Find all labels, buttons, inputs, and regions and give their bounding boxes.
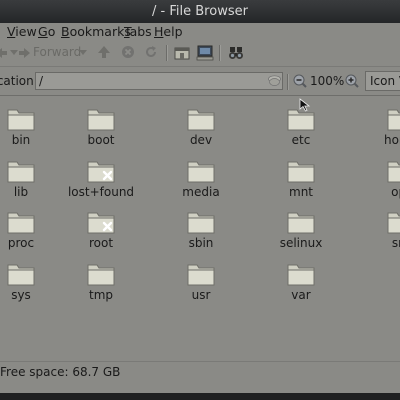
folder-icon xyxy=(187,109,215,131)
location-value: / xyxy=(39,74,44,88)
folder-icon xyxy=(187,161,215,183)
free-space-status: Free space: 68.7 GB xyxy=(0,365,121,379)
folder-item[interactable]: selinux xyxy=(261,204,341,250)
folder-item[interactable]: srv xyxy=(361,204,400,250)
folder-label: srv xyxy=(391,236,400,250)
folder-label: opt xyxy=(391,185,400,199)
location-label: Location: xyxy=(0,74,38,88)
view-mode-select[interactable]: Icon View xyxy=(365,71,400,91)
search-icon[interactable] xyxy=(228,45,244,61)
menu-go-rest: o xyxy=(47,24,56,39)
zoom-level: 100% xyxy=(310,74,345,88)
folder-icon xyxy=(187,212,215,234)
menu-bookmarks[interactable]: Bookmarks xyxy=(61,24,131,39)
location-separator xyxy=(287,74,289,90)
folder-item[interactable]: sbin xyxy=(161,204,241,250)
menu-bookmarks-mnemonic: B xyxy=(61,24,70,39)
back-arrow-icon[interactable] xyxy=(0,46,8,60)
menu-go-mnemonic: G xyxy=(38,24,48,39)
reload-icon[interactable] xyxy=(144,45,158,59)
folder-item[interactable]: tmp xyxy=(61,256,141,302)
folder-item[interactable]: media xyxy=(161,153,241,199)
menu-help-mnemonic: H xyxy=(154,24,164,39)
home-icon[interactable] xyxy=(174,45,190,61)
forward-label: Forward xyxy=(33,45,82,59)
folder-item[interactable]: root xyxy=(61,204,141,250)
zoom-in-icon[interactable] xyxy=(345,74,359,88)
menu-view-rest: iew xyxy=(15,24,37,39)
folder-item[interactable]: home xyxy=(361,101,400,147)
menu-go[interactable]: Go xyxy=(38,24,55,39)
folder-icon xyxy=(387,109,400,131)
folder-label: var xyxy=(291,288,311,302)
computer-icon[interactable] xyxy=(196,45,214,61)
zoom-out-icon[interactable] xyxy=(293,74,307,88)
forward-button[interactable]: Forward xyxy=(18,44,82,62)
folder-item[interactable]: var xyxy=(261,256,341,302)
stop-icon[interactable] xyxy=(121,45,135,59)
folder-item[interactable]: dev xyxy=(161,101,241,147)
title-bar: / - File Browser xyxy=(0,0,400,23)
folder-item[interactable]: mnt xyxy=(261,153,341,199)
menu-help-rest: elp xyxy=(163,24,183,39)
up-arrow-icon[interactable] xyxy=(97,45,111,59)
folder-icon xyxy=(87,161,115,183)
forward-arrow-icon xyxy=(19,48,30,58)
folder-icon xyxy=(387,161,400,183)
menu-tabs[interactable]: Tabs xyxy=(124,24,152,39)
folder-icon xyxy=(287,212,315,234)
toolbar-separator xyxy=(219,45,221,61)
folder-icon xyxy=(87,264,115,286)
location-input[interactable]: / xyxy=(35,72,283,90)
folder-icon xyxy=(287,264,315,286)
folder-icon xyxy=(187,264,215,286)
menu-tabs-rest: abs xyxy=(129,24,152,39)
folder-icon xyxy=(287,161,315,183)
folder-item[interactable]: boot xyxy=(61,101,141,147)
clear-location-icon[interactable] xyxy=(268,74,281,87)
forward-dropdown-icon[interactable] xyxy=(79,50,87,56)
mouse-pointer-icon xyxy=(299,98,311,112)
back-dropdown-icon[interactable] xyxy=(10,50,18,56)
menu-bar: View Go Bookmarks Tabs Help xyxy=(0,23,400,41)
menu-bookmarks-rest: ookmarks xyxy=(69,24,131,39)
window-title: / - File Browser xyxy=(152,4,248,19)
toolbar-separator xyxy=(166,45,168,61)
folder-icon xyxy=(87,212,115,234)
folder-item[interactable]: opt xyxy=(361,153,400,199)
status-bar: Free space: 68.7 GB xyxy=(0,361,400,383)
menu-help[interactable]: Help xyxy=(154,24,183,39)
folder-icon xyxy=(87,109,115,131)
folder-icon xyxy=(7,212,35,234)
menu-view[interactable]: View xyxy=(7,24,37,39)
folder-icon xyxy=(7,109,35,131)
file-icon-view: binbootdevetchomeliblost+foundmediamntop… xyxy=(0,96,400,360)
folder-icon xyxy=(387,212,400,234)
file-browser-window: / - File Browser View Go Bookmarks Tabs … xyxy=(0,0,400,393)
folder-item[interactable]: lost+found xyxy=(61,153,141,199)
folder-icon xyxy=(7,264,35,286)
folder-item[interactable]: usr xyxy=(161,256,241,302)
view-mode-value: Icon View xyxy=(370,74,400,88)
folder-label: home xyxy=(383,133,400,147)
folder-icon xyxy=(7,161,35,183)
